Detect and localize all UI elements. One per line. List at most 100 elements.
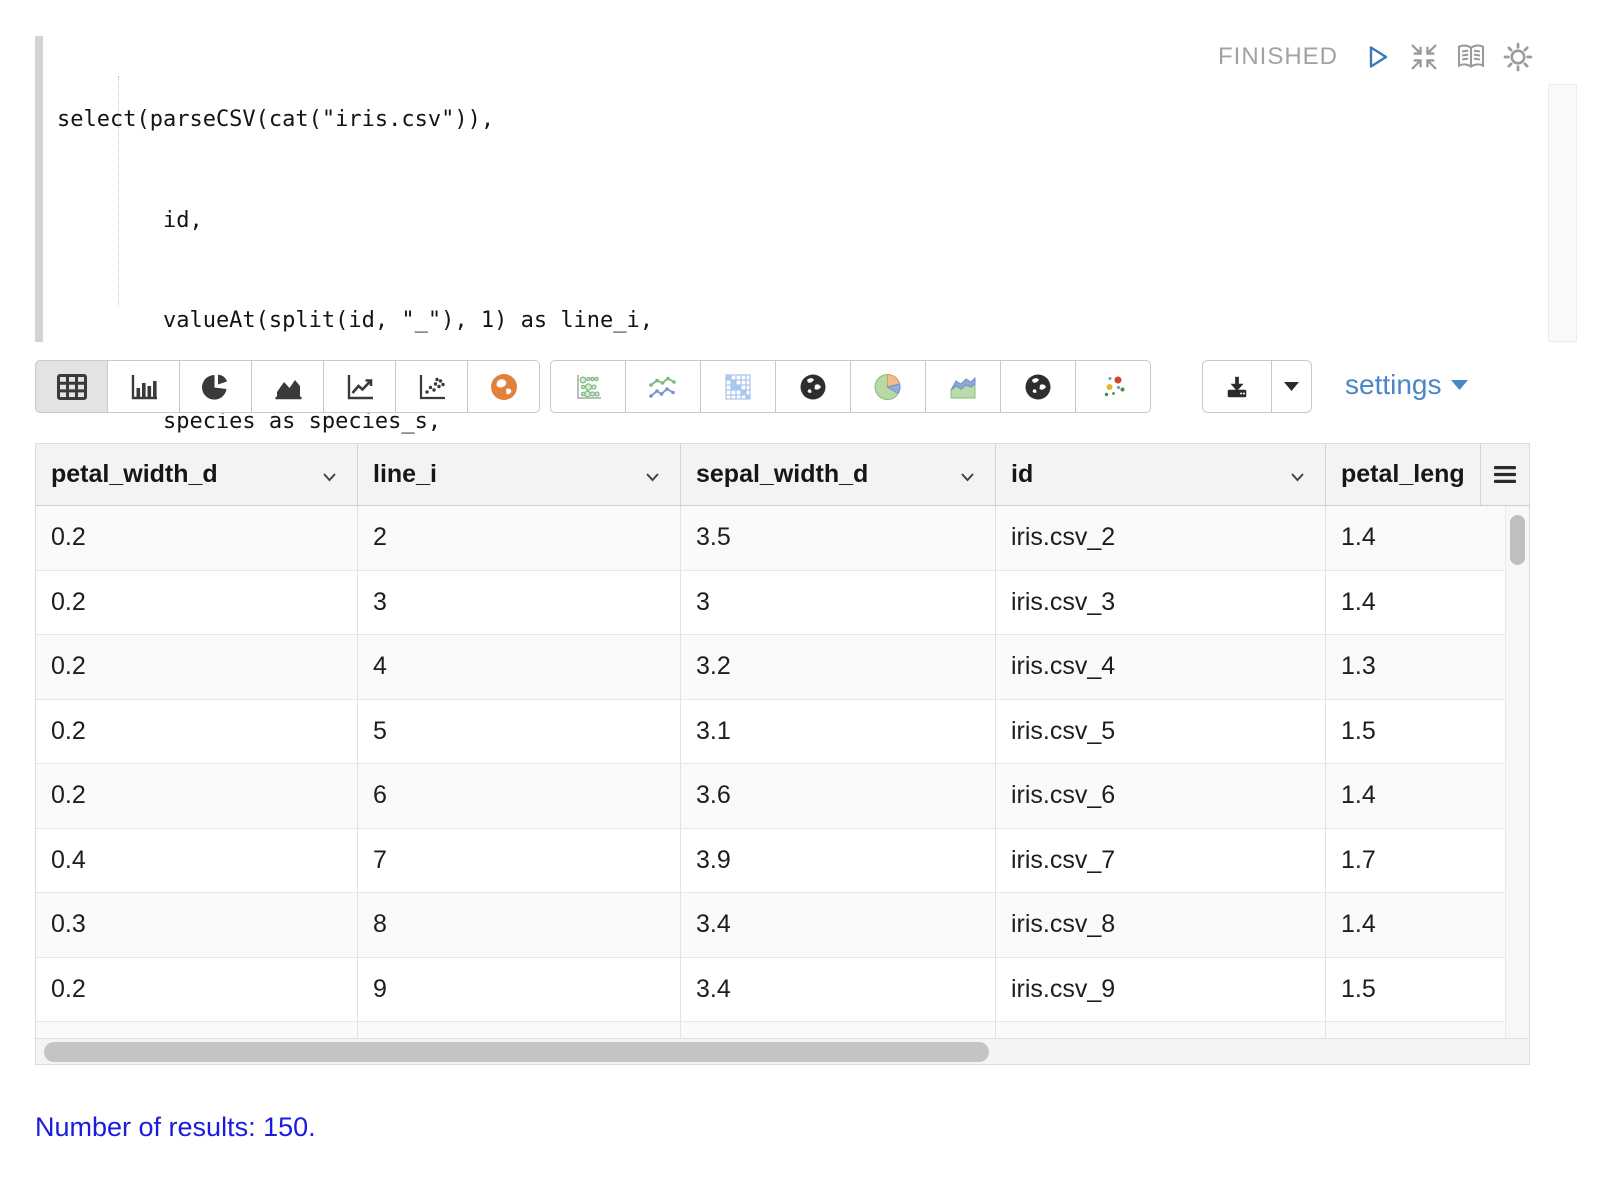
cell: 3.2: [681, 635, 996, 699]
table-row: 0.263.6iris.csv_61.4: [36, 764, 1506, 829]
column-label: line_i: [373, 460, 437, 489]
chart-type-group-2: [550, 360, 1151, 413]
bar-chart-icon: [129, 373, 159, 401]
chart-area-colored-button[interactable]: [925, 360, 1001, 413]
column-header-line-i[interactable]: line_i: [358, 444, 681, 505]
cell: 1.5: [1326, 958, 1506, 1022]
hamburger-icon: [1494, 466, 1516, 483]
chart-heatmap-button[interactable]: [700, 360, 776, 413]
chevron-down-icon: [645, 460, 660, 489]
table-row: 0.233iris.csv_31.4: [36, 571, 1506, 636]
chart-pie-button[interactable]: [179, 360, 252, 413]
chevron-down-icon: [322, 460, 337, 489]
column-header-petal-length[interactable]: petal_leng: [1326, 444, 1481, 505]
column-header-id[interactable]: id: [996, 444, 1326, 505]
cell: 1.5: [1326, 700, 1506, 764]
cell: 1.4: [1326, 571, 1506, 635]
table-row: 0.383.4iris.csv_81.4: [36, 893, 1506, 958]
table-row: 0.223.5iris.csv_21.4: [36, 506, 1506, 571]
column-label: petal_width_d: [51, 460, 218, 489]
column-header-petal-width[interactable]: petal_width_d: [36, 444, 358, 505]
vertical-scrollbar[interactable]: [1505, 506, 1529, 1039]
code-line: id,: [57, 204, 653, 238]
results-count: Number of results: 150.: [35, 1112, 316, 1143]
table-menu-button[interactable]: [1481, 444, 1529, 505]
download-button[interactable]: [1202, 360, 1272, 413]
chart-globe-button-1[interactable]: [775, 360, 851, 413]
cell: 5: [358, 700, 681, 764]
cell: 3: [681, 571, 996, 635]
column-label: id: [1011, 460, 1033, 489]
chevron-down-icon: [960, 460, 975, 489]
vertical-scrollbar-thumb[interactable]: [1510, 515, 1525, 565]
download-options-button[interactable]: [1271, 360, 1312, 413]
horizontal-scrollbar[interactable]: [36, 1038, 1529, 1064]
heatmap-icon: [723, 372, 753, 402]
paragraph-controls: FINISHED: [1218, 40, 1534, 74]
cell: 0.2: [36, 506, 358, 570]
globe-dark-icon: [1023, 372, 1053, 402]
gear-icon: [1502, 41, 1534, 73]
chart-multi-line-button[interactable]: [625, 360, 701, 413]
cell: 0.2: [36, 764, 358, 828]
editor-scrollbar[interactable]: [1548, 84, 1577, 342]
column-header-sepal-width[interactable]: sepal_width_d: [681, 444, 996, 505]
cell: iris.csv_6: [996, 764, 1326, 828]
cell: 6: [358, 764, 681, 828]
collapse-button[interactable]: [1408, 41, 1440, 73]
chart-globe-button-2[interactable]: [1000, 360, 1076, 413]
chart-pie-colored-button[interactable]: [850, 360, 926, 413]
cell: iris.csv_4: [996, 635, 1326, 699]
globe-orange-icon: [489, 372, 519, 402]
cell: 9: [358, 958, 681, 1022]
run-button[interactable]: [1361, 41, 1393, 73]
table-icon: [56, 373, 88, 401]
code-line: select(parseCSV(cat("iris.csv")),: [57, 103, 653, 137]
pie-colored-icon: [873, 372, 903, 402]
cell: 0.3: [36, 893, 358, 957]
editor-gutter: [35, 36, 43, 342]
scatter-colored-icon: [1097, 372, 1129, 402]
result-table: petal_width_d line_i sepal_width_d id pe…: [35, 443, 1530, 1065]
cell: iris.csv_3: [996, 571, 1326, 635]
line-chart-icon: [345, 373, 375, 401]
chart-bubble-button[interactable]: [550, 360, 626, 413]
settings-label: settings: [1345, 369, 1442, 401]
report-view-button[interactable]: [1455, 41, 1487, 73]
cell: iris.csv_7: [996, 829, 1326, 893]
paragraph-settings-button[interactable]: [1502, 41, 1534, 73]
table-row: 0.243.2iris.csv_41.3: [36, 635, 1506, 700]
status-badge: FINISHED: [1218, 43, 1338, 71]
cell: 4: [358, 635, 681, 699]
table-row: 0.473.9iris.csv_71.7: [36, 829, 1506, 894]
column-label: petal_leng: [1341, 460, 1465, 489]
caret-down-icon: [1284, 382, 1299, 392]
cell: 1.4: [1326, 506, 1506, 570]
run-icon: [1362, 42, 1392, 72]
area-colored-icon: [947, 373, 979, 401]
cell: 3.9: [681, 829, 996, 893]
chart-scatter-button[interactable]: [395, 360, 468, 413]
cell: 1.4: [1326, 764, 1506, 828]
settings-toggle[interactable]: settings: [1345, 369, 1468, 401]
code-line: valueAt(split(id, "_"), 1) as line_i,: [57, 304, 653, 338]
table-row: 0.293.4iris.csv_91.5: [36, 958, 1506, 1023]
cell: 0.2: [36, 635, 358, 699]
chart-area-button[interactable]: [251, 360, 324, 413]
chart-scatter-colored-button[interactable]: [1075, 360, 1151, 413]
download-split-button: [1202, 360, 1312, 413]
chart-bar-button[interactable]: [107, 360, 180, 413]
chart-map-button[interactable]: [467, 360, 540, 413]
multi-line-chart-icon: [647, 373, 679, 401]
horizontal-scrollbar-thumb[interactable]: [44, 1042, 989, 1062]
chart-line-button[interactable]: [323, 360, 396, 413]
cell: 1.3: [1326, 635, 1506, 699]
cell: 8: [358, 893, 681, 957]
cell: 0.4: [36, 829, 358, 893]
table-row-clipped: [36, 1022, 1506, 1038]
collapse-icon: [1408, 41, 1440, 73]
cell: iris.csv_8: [996, 893, 1326, 957]
column-label: sepal_width_d: [696, 460, 868, 489]
chart-table-button[interactable]: [35, 360, 108, 413]
chevron-down-icon: [1290, 460, 1305, 489]
